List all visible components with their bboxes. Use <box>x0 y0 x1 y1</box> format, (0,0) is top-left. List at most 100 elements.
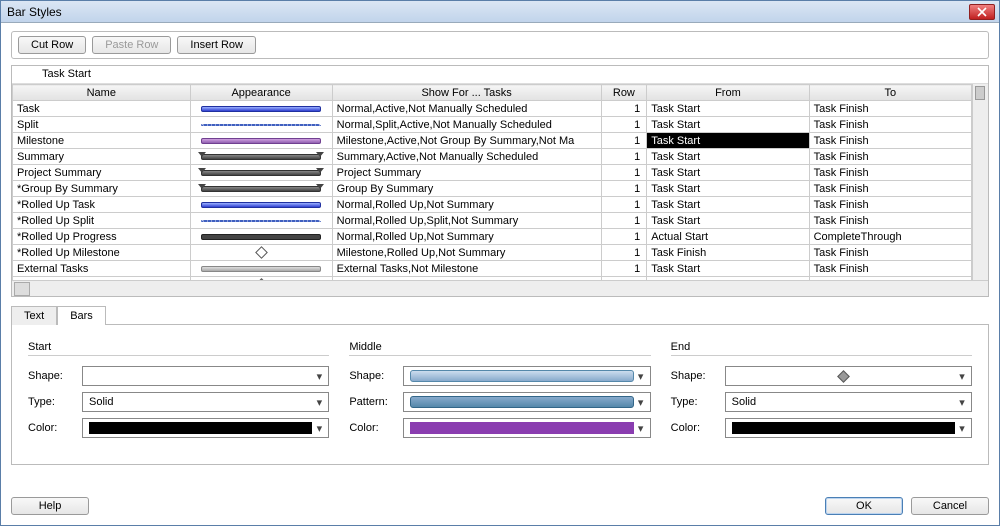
row-cell[interactable]: 1 <box>601 165 647 181</box>
vertical-scrollbar[interactable] <box>972 84 988 280</box>
end-color-combo[interactable]: ▾ <box>725 418 972 438</box>
table-row[interactable]: *Rolled Up TaskNormal,Rolled Up,Not Summ… <box>13 197 972 213</box>
showfor-cell[interactable]: External Tasks,Not Milestone <box>332 261 601 277</box>
to-cell[interactable]: CompleteThrough <box>809 229 971 245</box>
to-cell[interactable]: Task Finish <box>809 277 971 281</box>
appearance-cell[interactable] <box>190 133 332 149</box>
table-row[interactable]: External Milestone Milestone,External Tas… <box>13 277 972 281</box>
cut-row-button[interactable]: Cut Row <box>18 36 86 54</box>
column-header[interactable]: Name <box>13 85 191 101</box>
to-cell[interactable]: Task Finish <box>809 133 971 149</box>
from-cell[interactable]: Task Start <box>647 261 809 277</box>
row-cell[interactable]: 1 <box>601 277 647 281</box>
end-type-combo[interactable]: Solid▾ <box>725 392 972 412</box>
name-cell[interactable]: *Rolled Up Split <box>13 213 191 229</box>
scroll-left-button[interactable] <box>14 282 30 296</box>
from-cell[interactable]: Task Start <box>647 213 809 229</box>
name-cell[interactable]: *Rolled Up Milestone <box>13 245 191 261</box>
showfor-cell[interactable]: Milestone,External Tasks <box>332 277 601 281</box>
appearance-cell[interactable] <box>190 245 332 261</box>
table-row[interactable]: *Rolled Up Milestone Milestone,Rolled Up,… <box>13 245 972 261</box>
table-row[interactable]: Milestone Milestone,Active,Not Group By S… <box>13 133 972 149</box>
showfor-cell[interactable]: Milestone,Rolled Up,Not Summary <box>332 245 601 261</box>
showfor-cell[interactable]: Normal,Split,Active,Not Manually Schedul… <box>332 117 601 133</box>
row-cell[interactable]: 1 <box>601 197 647 213</box>
name-cell[interactable]: Summary <box>13 149 191 165</box>
start-shape-combo[interactable]: ▾ <box>82 366 329 386</box>
to-cell[interactable]: Task Finish <box>809 149 971 165</box>
showfor-cell[interactable]: Group By Summary <box>332 181 601 197</box>
appearance-cell[interactable] <box>190 165 332 181</box>
to-cell[interactable]: Task Finish <box>809 197 971 213</box>
ok-button[interactable]: OK <box>825 497 903 515</box>
name-cell[interactable]: *Rolled Up Task <box>13 197 191 213</box>
row-cell[interactable]: 1 <box>601 245 647 261</box>
row-cell[interactable]: 1 <box>601 181 647 197</box>
to-cell[interactable]: Task Finish <box>809 165 971 181</box>
row-cell[interactable]: 1 <box>601 229 647 245</box>
name-cell[interactable]: *Rolled Up Progress <box>13 229 191 245</box>
row-cell[interactable]: 1 <box>601 101 647 117</box>
showfor-cell[interactable]: Normal,Rolled Up,Not Summary <box>332 229 601 245</box>
name-cell[interactable]: Project Summary <box>13 165 191 181</box>
showfor-cell[interactable]: Normal,Active,Not Manually Scheduled <box>332 101 601 117</box>
to-cell[interactable]: Task Finish <box>809 245 971 261</box>
table-row[interactable]: Summary Summary,Active,Not Manually Sched… <box>13 149 972 165</box>
table-row[interactable]: *Group By SummaryGroup By Summary1Task S… <box>13 181 972 197</box>
appearance-cell[interactable] <box>190 149 332 165</box>
scrollbar-thumb[interactable] <box>975 86 985 100</box>
middle-pattern-combo[interactable]: ▾ <box>403 392 650 412</box>
row-cell[interactable]: 1 <box>601 213 647 229</box>
tab-bars[interactable]: Bars <box>57 306 106 325</box>
column-header[interactable]: Appearance <box>190 85 332 101</box>
end-shape-combo[interactable]: ▾ <box>725 366 972 386</box>
name-cell[interactable]: Milestone <box>13 133 191 149</box>
from-cell[interactable]: Task Start <box>647 149 809 165</box>
column-header[interactable]: Row <box>601 85 647 101</box>
start-color-combo[interactable]: ▾ <box>82 418 329 438</box>
showfor-cell[interactable]: Normal,Rolled Up,Split,Not Summary <box>332 213 601 229</box>
table-row[interactable]: External Tasks External Tasks,Not Milesto… <box>13 261 972 277</box>
formula-bar[interactable]: Task Start <box>12 66 988 84</box>
from-cell[interactable]: Task Start <box>647 197 809 213</box>
column-header[interactable]: From <box>647 85 809 101</box>
row-cell[interactable]: 1 <box>601 261 647 277</box>
row-cell[interactable]: 1 <box>601 133 647 149</box>
insert-row-button[interactable]: Insert Row <box>177 36 256 54</box>
table-row[interactable]: Split Normal,Split,Active,Not Manually Sc… <box>13 117 972 133</box>
appearance-cell[interactable] <box>190 261 332 277</box>
from-cell[interactable]: Task Start <box>647 101 809 117</box>
showfor-cell[interactable]: Milestone,Active,Not Group By Summary,No… <box>332 133 601 149</box>
name-cell[interactable]: External Milestone <box>13 277 191 281</box>
row-cell[interactable]: 1 <box>601 149 647 165</box>
from-cell[interactable]: Task Start <box>647 181 809 197</box>
to-cell[interactable]: Task Finish <box>809 261 971 277</box>
row-cell[interactable]: 1 <box>601 117 647 133</box>
styles-table[interactable]: NameAppearanceShow For ... TasksRowFromT… <box>12 84 972 280</box>
appearance-cell[interactable] <box>190 117 332 133</box>
column-header[interactable]: To <box>809 85 971 101</box>
showfor-cell[interactable]: Summary,Active,Not Manually Scheduled <box>332 149 601 165</box>
name-cell[interactable]: Task <box>13 101 191 117</box>
tab-text[interactable]: Text <box>11 306 57 325</box>
appearance-cell[interactable] <box>190 277 332 281</box>
appearance-cell[interactable] <box>190 197 332 213</box>
table-row[interactable]: *Rolled Up Progress Normal,Rolled Up,Not … <box>13 229 972 245</box>
middle-color-combo[interactable]: ▾ <box>403 418 650 438</box>
name-cell[interactable]: Split <box>13 117 191 133</box>
from-cell[interactable]: Task Finish <box>647 277 809 281</box>
appearance-cell[interactable] <box>190 213 332 229</box>
from-cell[interactable]: Task Finish <box>647 245 809 261</box>
to-cell[interactable]: Task Finish <box>809 181 971 197</box>
cancel-button[interactable]: Cancel <box>911 497 989 515</box>
horizontal-scrollbar[interactable] <box>12 280 988 296</box>
appearance-cell[interactable] <box>190 181 332 197</box>
close-button[interactable] <box>969 4 995 20</box>
from-cell[interactable]: Actual Start <box>647 229 809 245</box>
table-row[interactable]: Task Normal,Active,Not Manually Scheduled… <box>13 101 972 117</box>
appearance-cell[interactable] <box>190 229 332 245</box>
name-cell[interactable]: External Tasks <box>13 261 191 277</box>
middle-shape-combo[interactable]: ▾ <box>403 366 650 386</box>
start-type-combo[interactable]: Solid▾ <box>82 392 329 412</box>
to-cell[interactable]: Task Finish <box>809 117 971 133</box>
